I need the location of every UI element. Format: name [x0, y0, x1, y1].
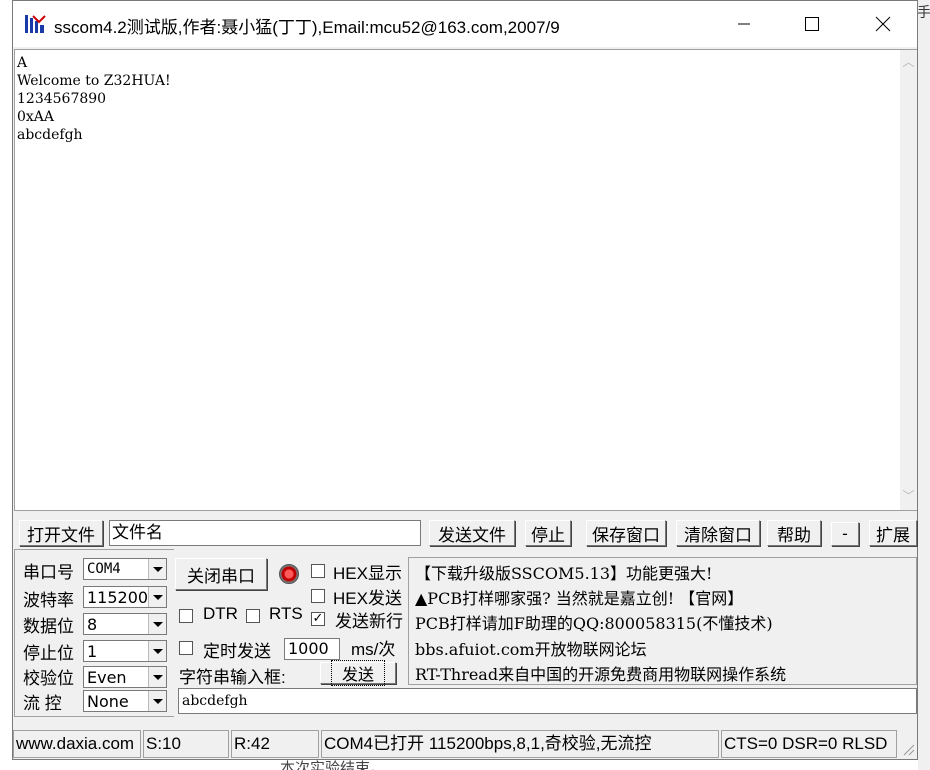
parity-value: Even: [87, 668, 127, 687]
databits-value: 8: [87, 615, 98, 634]
maximize-icon: [805, 17, 819, 31]
flow-select[interactable]: None: [83, 690, 167, 712]
chevron-down-icon[interactable]: [148, 641, 166, 661]
output-line: Welcome to Z32HUA!: [17, 73, 171, 89]
rts-label: RTS: [269, 604, 303, 623]
info-link[interactable]: 【下载升级版SSCOM5.13】功能更强大!: [415, 560, 712, 584]
send-string-input[interactable]: abcdefgh: [178, 688, 917, 714]
databits-label: 数据位: [23, 617, 74, 636]
close-button[interactable]: [860, 1, 906, 47]
title-bar[interactable]: sscom4.2测试版,作者:聂小猛(丁丁),Email:mcu52@163.c…: [13, 1, 917, 47]
status-signals: CTS=0 DSR=0 RLSD: [721, 730, 897, 758]
received-text: A Welcome to Z32HUA! 1234567890 0xAA abcdefg…: [17, 54, 171, 144]
port-status-led-icon: [279, 564, 299, 584]
output-line: 1234567890: [17, 91, 107, 107]
clear-window-button[interactable]: 清除窗口: [676, 520, 760, 546]
send-newline-label: 发送新行: [335, 612, 403, 631]
send-newline-checkbox[interactable]: ✓: [311, 612, 325, 626]
checkmark-icon: ✓: [312, 611, 324, 626]
timed-send-checkbox[interactable]: [179, 641, 193, 655]
parity-select[interactable]: Even: [83, 666, 167, 688]
expand-button[interactable]: 扩展: [869, 520, 917, 546]
send-button[interactable]: 发送: [320, 660, 396, 686]
databits-select[interactable]: 8: [83, 613, 167, 635]
save-window-button[interactable]: 保存窗口: [586, 520, 666, 546]
info-links-panel: 【下载升级版SSCOM5.13】功能更强大! ▲PCB打样哪家强? 当然就是嘉立…: [408, 557, 917, 685]
minimize-button[interactable]: [721, 1, 767, 47]
status-received-count: R:42: [231, 730, 319, 758]
scroll-down-icon[interactable]: ﹀: [902, 490, 915, 503]
hex-send-checkbox[interactable]: [311, 589, 325, 603]
window-title: sscom4.2测试版,作者:聂小猛(丁丁),Email:mcu52@163.c…: [54, 18, 560, 37]
collapse-button[interactable]: -: [831, 522, 859, 546]
output-line: abcdefgh: [17, 127, 83, 143]
chevron-down-icon[interactable]: [148, 587, 166, 607]
status-port-state: COM4已打开 115200bps,8,1,奇校验,无流控: [321, 730, 719, 758]
status-website[interactable]: www.daxia.com: [13, 730, 141, 758]
status-sent-count: S:10: [143, 730, 229, 758]
output-line: A: [17, 55, 28, 71]
baud-select[interactable]: 115200: [83, 586, 167, 608]
chevron-down-icon[interactable]: [148, 667, 166, 687]
flow-label: 流 控: [23, 694, 62, 713]
port-value: COM4: [87, 561, 121, 577]
flow-value: None: [87, 692, 129, 711]
chevron-down-icon[interactable]: [148, 559, 166, 579]
background-window-edge: [918, 0, 930, 770]
filename-field[interactable]: 文件名: [109, 520, 421, 546]
close-port-button[interactable]: 关闭串口: [175, 558, 267, 590]
info-link[interactable]: RT-Thread来自中国的开源免费商用物联网操作系统: [415, 661, 786, 685]
rts-checkbox[interactable]: [246, 609, 260, 623]
stopbits-value: 1: [87, 642, 98, 661]
send-file-button[interactable]: 发送文件: [429, 520, 515, 546]
port-config-panel: 串口号 COM4 波特率 115200 数据位 8 停止位 1 校验位 Even…: [14, 549, 174, 717]
hex-display-label: HEX显示: [333, 564, 402, 583]
minimize-icon: [738, 23, 750, 25]
status-bar: www.daxia.com S:10 R:42 COM4已打开 115200bp…: [13, 728, 917, 760]
send-button-label: 发送: [330, 660, 385, 686]
maximize-button[interactable]: [789, 1, 835, 47]
background-text-fragment: 手: [917, 5, 930, 21]
info-link[interactable]: bbs.afuiot.com开放物联网论坛: [415, 636, 647, 660]
open-file-button[interactable]: 打开文件: [19, 520, 103, 546]
baud-label: 波特率: [23, 591, 74, 610]
baud-value: 115200: [87, 588, 149, 607]
chevron-down-icon[interactable]: [148, 614, 166, 634]
stopbits-label: 停止位: [23, 644, 74, 663]
scroll-up-icon[interactable]: ︿: [902, 56, 915, 69]
output-scrollbar[interactable]: ︿ ﹀: [900, 49, 917, 511]
port-label: 串口号: [23, 563, 74, 582]
dtr-checkbox[interactable]: [179, 609, 193, 623]
dtr-label: DTR: [203, 604, 238, 623]
send-interval-field[interactable]: 1000: [284, 638, 340, 660]
app-icon: [25, 15, 46, 33]
hex-send-label: HEX发送: [333, 589, 402, 608]
close-icon: [875, 16, 891, 32]
resize-grip-icon[interactable]: [901, 742, 915, 756]
string-input-label: 字符串输入框:: [179, 668, 286, 687]
port-select[interactable]: COM4: [83, 558, 167, 580]
parity-label: 校验位: [23, 669, 74, 688]
hex-display-checkbox[interactable]: [311, 564, 325, 578]
stopbits-select[interactable]: 1: [83, 640, 167, 662]
output-line: 0xAA: [17, 109, 55, 125]
chevron-down-icon[interactable]: [148, 691, 166, 711]
info-link[interactable]: ▲PCB打样哪家强? 当然就是嘉立创! 【官网】: [415, 585, 743, 609]
timed-send-label: 定时发送: [203, 642, 271, 661]
interval-unit-label: ms/次: [351, 640, 396, 659]
help-button[interactable]: 帮助: [767, 520, 821, 546]
receive-output-area[interactable]: A Welcome to Z32HUA! 1234567890 0xAA abcdefg…: [14, 49, 900, 511]
sscom-window: sscom4.2测试版,作者:聂小猛(丁丁),Email:mcu52@163.c…: [12, 0, 918, 760]
info-text: PCB打样请加F助理的QQ:800058315(不懂技术): [415, 614, 773, 633]
stop-button[interactable]: 停止: [525, 520, 571, 546]
